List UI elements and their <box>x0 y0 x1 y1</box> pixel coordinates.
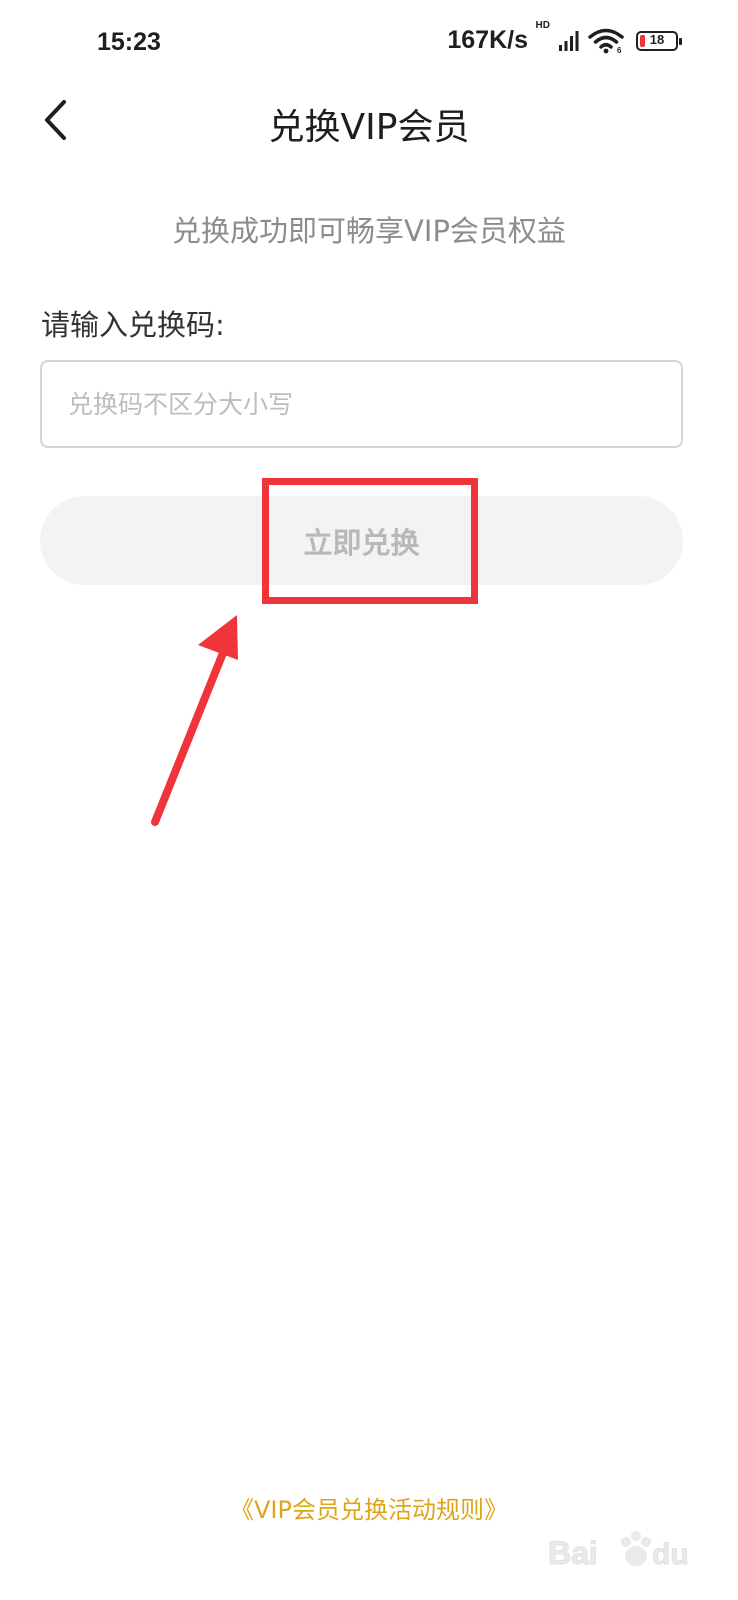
network-speed-value: 167K/s <box>447 26 528 54</box>
svg-text:Bai: Bai <box>548 1535 598 1571</box>
svg-text:6: 6 <box>617 46 622 54</box>
baidu-jingyan-watermark: Bai du <box>548 1526 698 1576</box>
network-speed: 167K/s HD <box>447 20 550 55</box>
status-time: 15:23 <box>97 28 161 56</box>
hd-badge: HD <box>535 20 550 31</box>
battery-icon: 18 <box>636 30 682 51</box>
page-title: 兑换VIP会员 <box>268 107 470 148</box>
svg-text:du: du <box>652 1538 689 1571</box>
battery-level-text: 18 <box>649 31 665 47</box>
rules-link[interactable]: 《VIP会员兑换活动规则》 <box>0 1490 738 1525</box>
app-screen: 15:23 167K/s HD 6 18 兑换VIP会员 兑换成功即可畅享VIP… <box>0 0 738 1600</box>
benefit-subtitle: 兑换成功即可畅享VIP会员权益 <box>172 214 566 248</box>
wifi-icon: 6 <box>588 28 624 54</box>
signal-icon <box>559 30 579 51</box>
redeem-now-button[interactable]: 立即兑换 <box>40 496 683 585</box>
code-input-label: 请输入兑换码: <box>41 308 225 342</box>
baidu-paw-logo-icon: Bai du <box>548 1531 689 1572</box>
status-icons: 167K/s HD 6 18 <box>447 20 682 55</box>
redeem-code-input[interactable] <box>40 360 683 448</box>
